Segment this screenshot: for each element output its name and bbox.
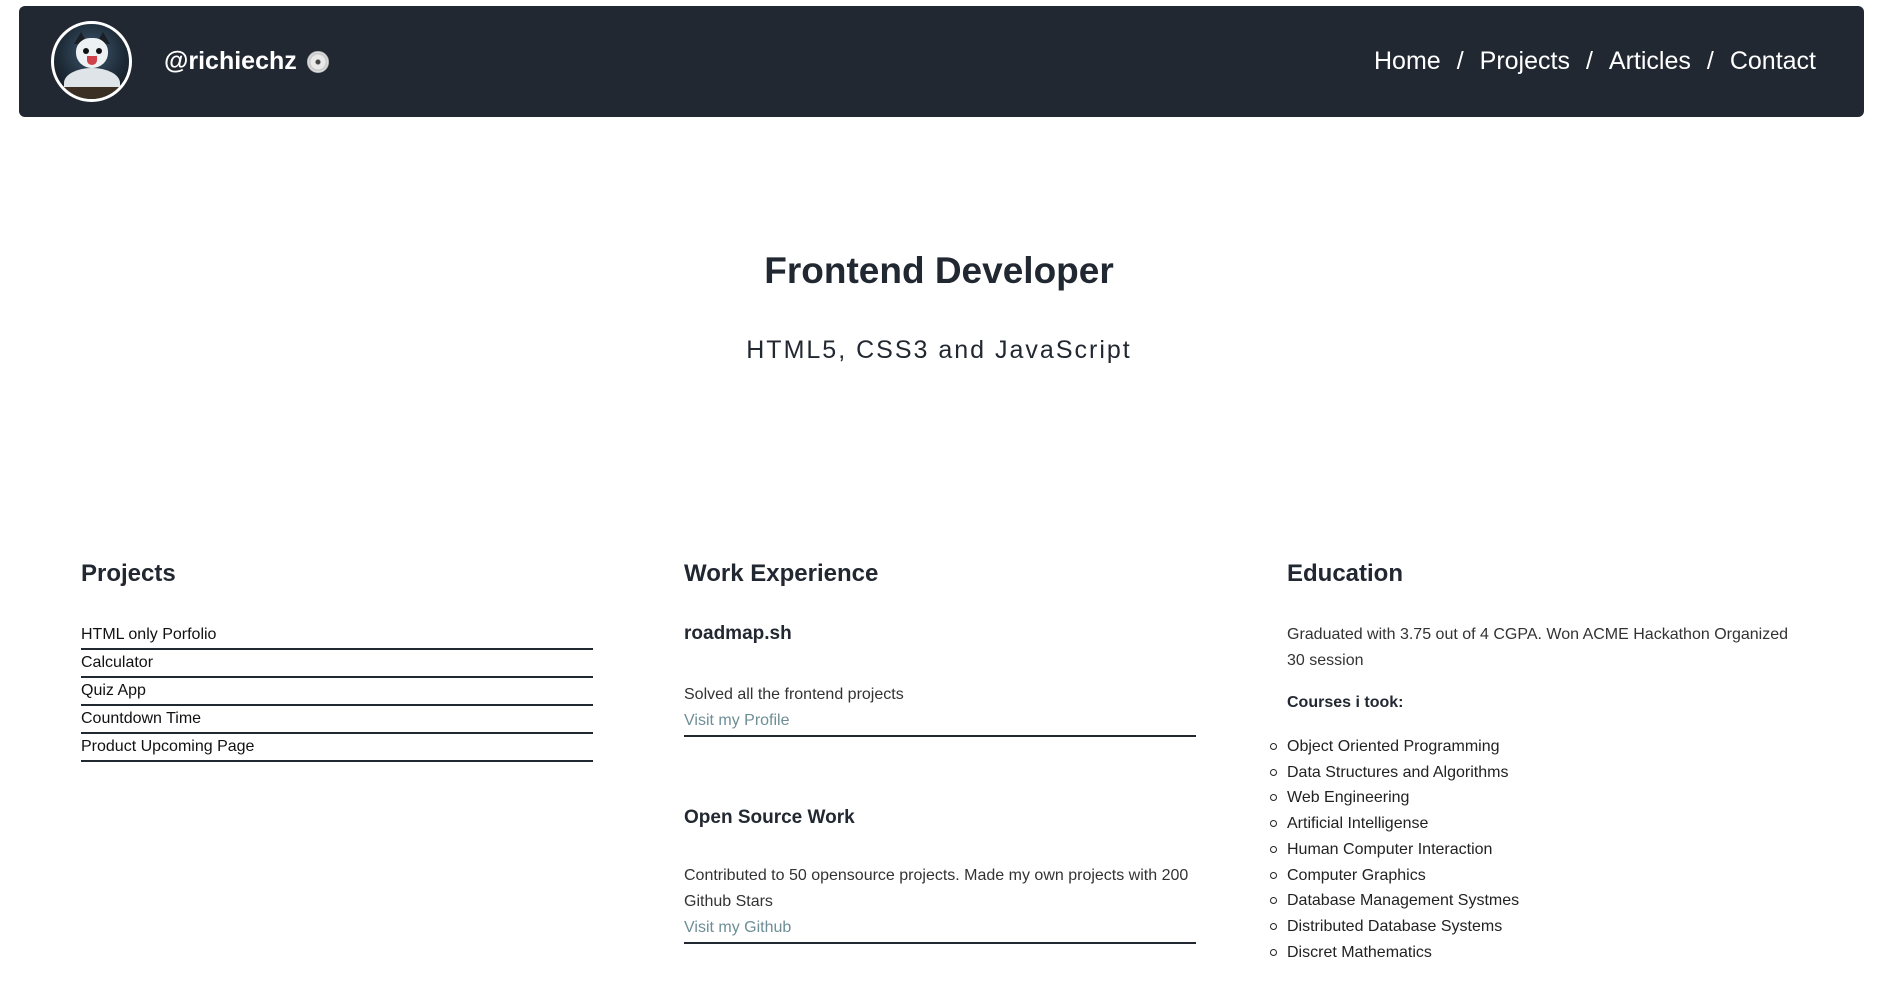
nav-separator: / xyxy=(1585,47,1593,75)
disc-icon xyxy=(306,50,329,73)
courses-list: Object Oriented Programming Data Structu… xyxy=(1270,734,1799,966)
project-link[interactable]: Countdown Time xyxy=(81,710,201,727)
project-item: Countdown Time xyxy=(81,706,593,734)
projects-list: HTML only Porfolio Calculator Quiz App C… xyxy=(81,622,593,762)
education-summary: Graduated with 3.75 out of 4 CGPA. Won A… xyxy=(1287,626,1789,669)
course-item: Distributed Database Systems xyxy=(1270,914,1799,940)
user-handle[interactable]: @richiechz xyxy=(164,47,329,76)
brand[interactable]: @richiechz xyxy=(51,21,329,102)
course-item: Data Structures and Algorithms xyxy=(1270,760,1799,786)
course-item: Web Engineering xyxy=(1270,785,1799,811)
course-item: Object Oriented Programming xyxy=(1270,734,1799,760)
nav-articles-link[interactable]: Articles xyxy=(1609,47,1691,76)
projects-section: Projects HTML only Porfolio Calculator Q… xyxy=(81,560,593,762)
job-entry: Open Source Work Contributed to 50 opens… xyxy=(684,807,1196,944)
job-description: Contributed to 50 opensource projects. M… xyxy=(684,867,1189,910)
project-item: Calculator xyxy=(81,650,593,678)
hero-title: Frontend Developer xyxy=(764,250,1114,291)
course-item: Database Management Systmes xyxy=(1270,888,1799,914)
course-item: Discret Mathematics xyxy=(1270,940,1799,966)
project-link[interactable]: Calculator xyxy=(81,654,153,671)
courses-title: Courses i took: xyxy=(1287,694,1404,711)
avatar[interactable] xyxy=(51,21,132,102)
project-link[interactable]: HTML only Porfolio xyxy=(81,626,216,643)
nav-home-link[interactable]: Home xyxy=(1374,47,1441,76)
hero-subtitle: HTML5, CSS3 and JavaScript xyxy=(746,336,1132,364)
user-handle-text: @richiechz xyxy=(164,47,297,75)
project-link[interactable]: Product Upcoming Page xyxy=(81,738,254,755)
main-nav: Home / Projects / Articles / Contact xyxy=(1374,47,1816,76)
work-experience-section: Work Experience roadmap.sh Solved all th… xyxy=(684,560,1196,944)
course-item: Artificial Intelligense xyxy=(1270,811,1799,837)
nav-separator: / xyxy=(1706,47,1714,75)
job-title: roadmap.sh xyxy=(684,623,792,644)
project-item: Product Upcoming Page xyxy=(81,734,593,762)
job-description: Solved all the frontend projects xyxy=(684,686,904,703)
project-link[interactable]: Quiz App xyxy=(81,682,146,699)
course-item: Human Computer Interaction xyxy=(1270,837,1799,863)
projects-heading: Projects xyxy=(81,560,176,587)
nav-separator: / xyxy=(1456,47,1464,75)
nav-projects-link[interactable]: Projects xyxy=(1480,47,1570,76)
project-item: HTML only Porfolio xyxy=(81,622,593,650)
hero-section: Frontend Developer HTML5, CSS3 and JavaS… xyxy=(0,250,1878,365)
nav-contact-link[interactable]: Contact xyxy=(1730,47,1816,76)
job-entry: roadmap.sh Solved all the frontend proje… xyxy=(684,623,1196,737)
job-title: Open Source Work xyxy=(684,807,855,828)
project-item: Quiz App xyxy=(81,678,593,706)
visit-github-link[interactable]: Visit my Github xyxy=(684,915,791,941)
work-heading: Work Experience xyxy=(684,560,879,587)
education-section: Education Graduated with 3.75 out of 4 C… xyxy=(1270,560,1799,966)
visit-profile-link[interactable]: Visit my Profile xyxy=(684,708,790,734)
education-heading: Education xyxy=(1287,560,1404,587)
course-item: Computer Graphics xyxy=(1270,863,1799,889)
top-navbar: @richiechz Home / Projects / Articles / … xyxy=(19,6,1864,117)
